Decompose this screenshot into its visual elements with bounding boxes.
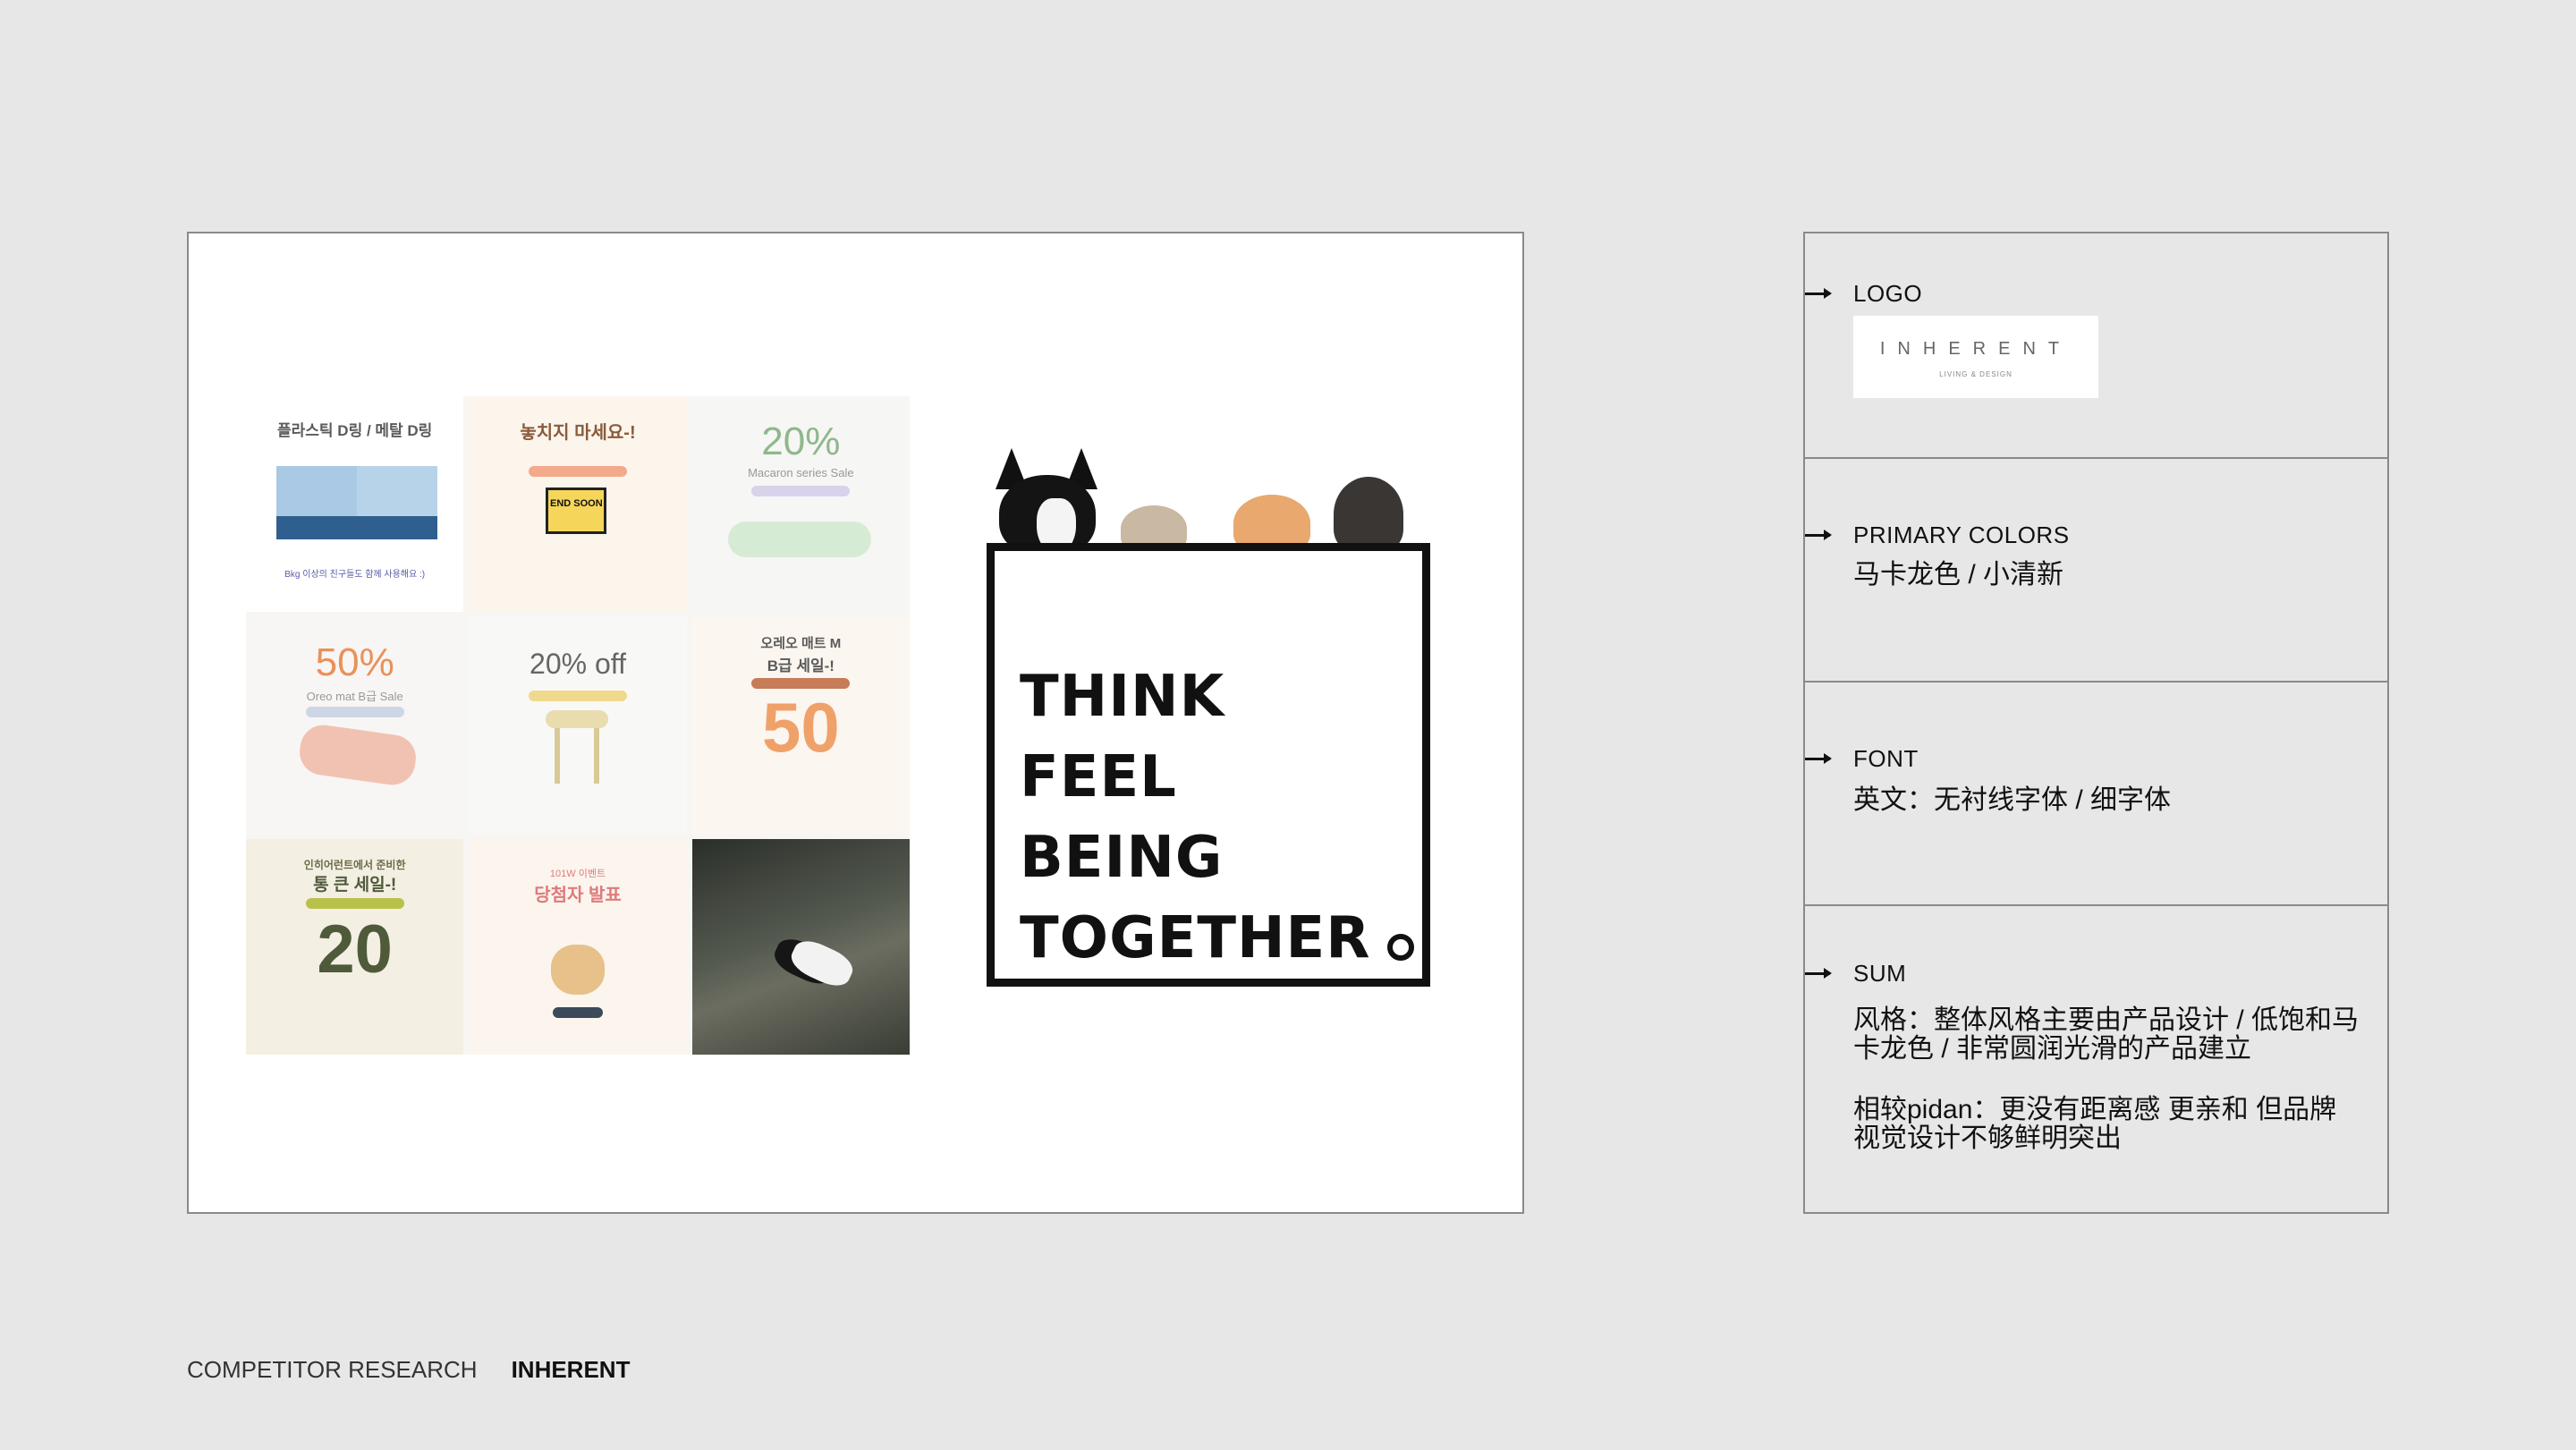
tile-discount: 50 — [761, 688, 840, 767]
logo-section: LOGO INHERENT LIVING & DESIGN — [1805, 233, 2387, 459]
date-pill — [552, 1006, 603, 1018]
product-image — [727, 521, 871, 557]
circle-dot-icon — [1386, 934, 1414, 961]
product-image — [357, 466, 437, 516]
analysis-panel: LOGO INHERENT LIVING & DESIGN PRIMARY CO… — [1803, 232, 2389, 1214]
tile-discount: 20 — [317, 911, 393, 988]
slogan-line: TOGETHER — [1020, 905, 1371, 971]
arrow-right-icon — [1805, 530, 1832, 540]
section-text: 风格：整体风格主要由产品设计 / 低饱和马卡龙色 / 非常圆润光滑的产品建立 — [1853, 1005, 2360, 1064]
section-text: 英文：无衬线字体 / 细字体 — [1853, 785, 2172, 815]
section-title: LOGO — [1853, 280, 1923, 307]
section-text: 马卡龙色 / 小清新 — [1853, 560, 2064, 589]
product-image — [276, 466, 357, 516]
tile-subtitle: 당첨자 발표 — [534, 885, 622, 905]
dog-photo — [996, 448, 1099, 555]
grid-tile[interactable]: 오레오 매트 M B급 세일-! 50 — [691, 617, 910, 834]
arrow-right-icon — [1805, 753, 1832, 764]
colors-section: PRIMARY COLORS 马卡龙色 / 小清新 — [1805, 457, 2387, 683]
dog-walking-photo[interactable] — [691, 838, 910, 1055]
footer-label: COMPETITOR RESEARCH — [187, 1356, 478, 1383]
tag-pill — [528, 466, 627, 477]
tile-title: 오레오 매트 M — [760, 636, 842, 652]
grid-tile[interactable]: 20% off — [469, 617, 687, 834]
slogan-line: BEING — [1020, 825, 1224, 891]
tile-subtitle: 통 큰 세일-! — [313, 875, 397, 895]
tile-subtitle: Oreo mat B급 Sale — [306, 690, 403, 704]
logo-wordmark: INHERENT — [1879, 339, 2072, 359]
product-image — [555, 728, 600, 784]
slogan-line: THINK — [1020, 664, 1225, 730]
product-image — [296, 722, 419, 789]
tile-discount: 50% — [315, 640, 394, 685]
sum-section: SUM 风格：整体风格主要由产品设计 / 低饱和马卡龙色 / 非常圆润光滑的产品… — [1805, 904, 2387, 1214]
grid-tile[interactable]: 놓치지 마세요-! END SOON — [469, 396, 687, 613]
grid-tile[interactable]: 20% Macaron series Sale — [691, 396, 910, 613]
tile-title: 101W 이벤트 — [549, 868, 606, 879]
brand-logo: INHERENT LIVING & DESIGN — [1853, 316, 2098, 398]
poster-frame: THINK FEEL BEING TOGETHER — [987, 543, 1430, 987]
footer: COMPETITOR RESEARCH INHERENT — [187, 1356, 630, 1384]
arrow-right-icon — [1805, 288, 1832, 299]
tile-discount: 20% off — [530, 648, 626, 681]
date-pill — [305, 707, 404, 718]
product-image — [546, 710, 609, 729]
logo-tagline: LIVING & DESIGN — [1939, 370, 2012, 378]
label-bar — [276, 516, 437, 539]
section-title: FONT — [1853, 745, 1919, 772]
puppy-illustration — [551, 944, 606, 995]
grid-tile[interactable]: 101W 이벤트 당첨자 발표 — [469, 838, 687, 1055]
grid-tile[interactable]: 인히어런트에서 준비한 통 큰 세일-! 20 — [246, 838, 464, 1055]
footer-brand: INHERENT — [511, 1356, 631, 1383]
date-pill — [528, 691, 627, 702]
section-text: 相较pidan：更没有距离感 更亲和 但品牌视觉设计不够鲜明突出 — [1853, 1095, 2337, 1153]
tile-subtitle: B급 세일-! — [767, 657, 835, 675]
tile-title: 플라스틱 D링 / 메탈 D링 — [277, 422, 433, 439]
date-pill — [305, 897, 404, 909]
section-title: PRIMARY COLORS — [1853, 521, 2070, 548]
tile-title: 인히어런트에서 준비한 — [303, 858, 406, 871]
section-title: SUM — [1853, 960, 1907, 987]
cat-photo — [1334, 477, 1403, 552]
instagram-grid: 플라스틱 D링 / 메탈 D링 Bkg 이상의 친구들도 함께 사용해요 :) … — [246, 396, 910, 1055]
end-soon-sign: END SOON — [546, 488, 607, 534]
tile-subtitle: Macaron series Sale — [748, 466, 854, 479]
tile-discount: 20% — [761, 420, 841, 463]
font-section: FONT 英文：无衬线字体 / 细字体 — [1805, 681, 2387, 906]
date-pill — [751, 486, 851, 496]
arrow-right-icon — [1805, 968, 1832, 979]
tile-caption: Bkg 이상의 친구들도 함께 사용해요 :) — [284, 570, 426, 580]
showcase-card: 플라스틱 D링 / 메탈 D링 Bkg 이상의 친구들도 함께 사용해요 :) … — [187, 232, 1524, 1214]
think-feel-poster: THINK FEEL BEING TOGETHER — [987, 398, 1452, 1069]
tile-title: 놓치지 마세요-! — [520, 423, 636, 443]
grid-tile[interactable]: 플라스틱 D링 / 메탈 D링 Bkg 이상의 친구들도 함께 사용해요 :) — [246, 396, 464, 613]
grid-tile[interactable]: 50% Oreo mat B급 Sale — [246, 617, 464, 834]
poster-slogan: THINK FEEL BEING TOGETHER — [1020, 657, 1414, 979]
slogan-line: FEEL — [1020, 744, 1177, 810]
